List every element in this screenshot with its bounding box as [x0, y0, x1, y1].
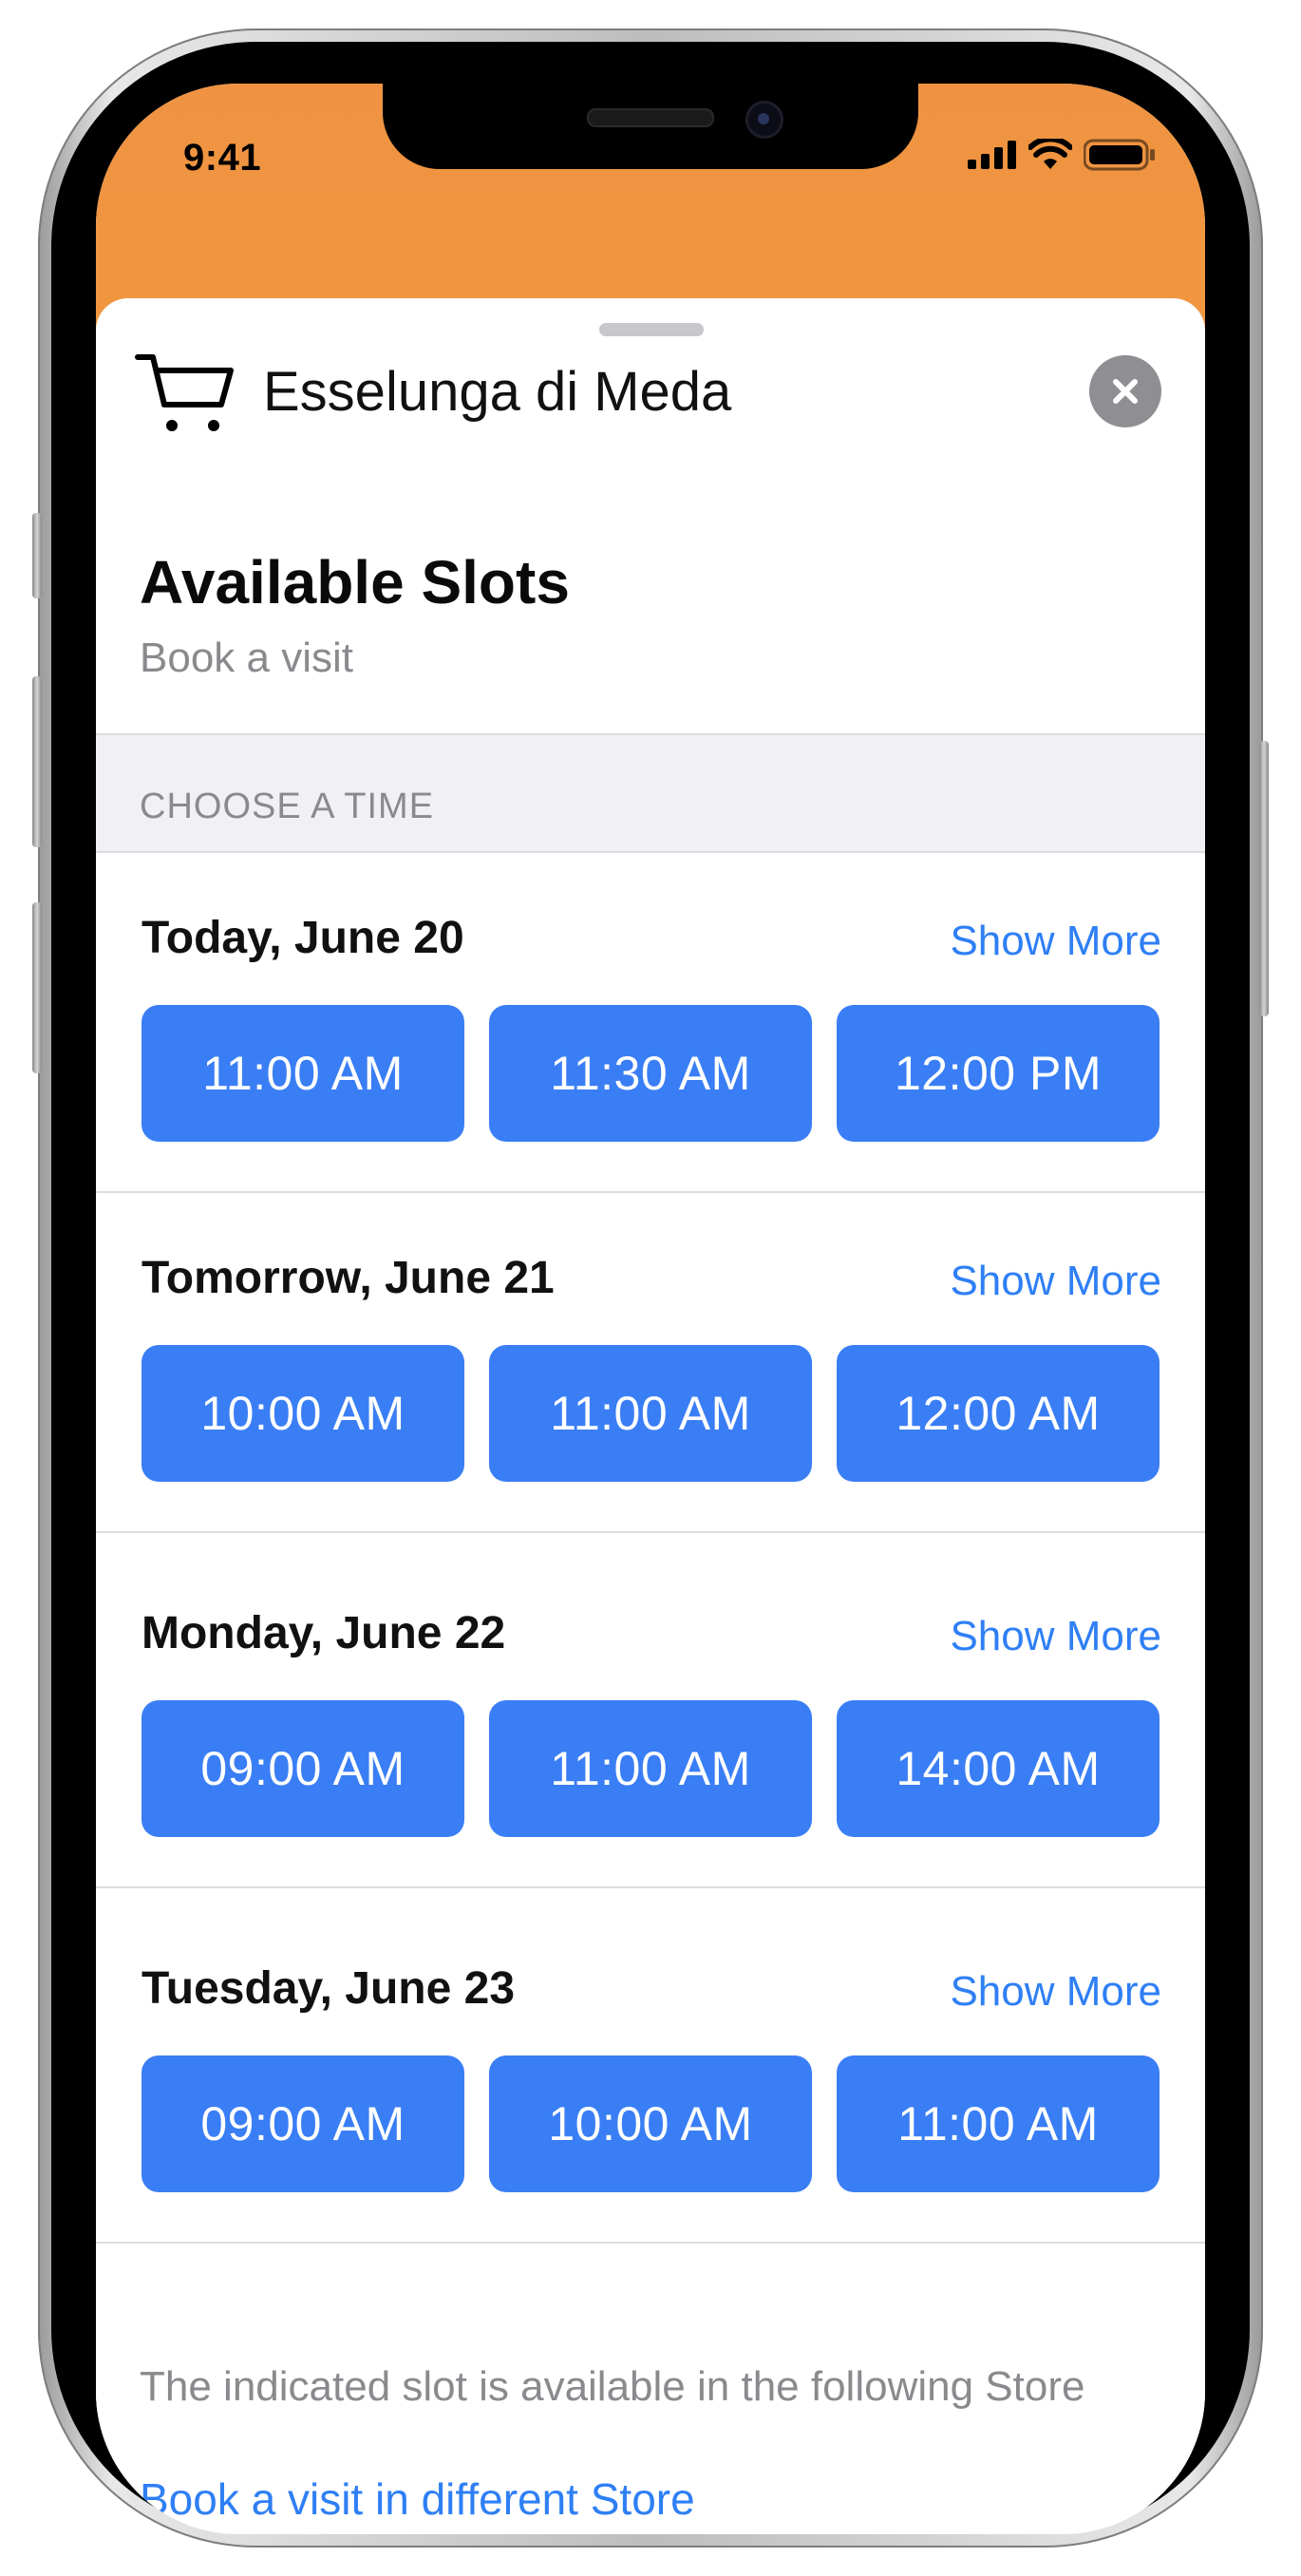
day-group: Tuesday, June 23 Show More 09:00 AM 10:0… [96, 1904, 1205, 2244]
cellular-signal-icon [968, 141, 1016, 169]
close-button[interactable] [1089, 355, 1161, 427]
day-group: Tomorrow, June 21 Show More 10:00 AM 11:… [96, 1193, 1205, 1533]
front-camera [745, 101, 783, 139]
page-title: Available Slots [140, 548, 570, 616]
slot-row: 09:00 AM 10:00 AM 11:00 AM [141, 2055, 1160, 2192]
different-store-link[interactable]: Book a visit in different Store [140, 2473, 695, 2525]
time-slot-button[interactable]: 12:00 PM [837, 1005, 1160, 1142]
sheet-grabber[interactable] [599, 323, 704, 336]
show-more-link[interactable]: Show More [950, 1613, 1161, 1660]
store-name: Esselunga di Meda [263, 360, 732, 423]
volume-up-button [32, 676, 42, 847]
time-slot-button[interactable]: 11:00 AM [489, 1345, 812, 1482]
volume-down-button [32, 902, 42, 1073]
time-slot-button[interactable]: 11:30 AM [489, 1005, 812, 1142]
time-slot-button[interactable]: 11:00 AM [489, 1700, 812, 1837]
silent-switch [32, 513, 42, 598]
section-header: CHOOSE A TIME [96, 733, 1205, 853]
time-slot-button[interactable]: 14:00 AM [837, 1700, 1160, 1837]
time-slot-button[interactable]: 10:00 AM [489, 2055, 812, 2192]
time-slot-button[interactable]: 09:00 AM [141, 1700, 464, 1837]
time-slot-button[interactable]: 10:00 AM [141, 1345, 464, 1482]
show-more-link[interactable]: Show More [950, 1258, 1161, 1305]
slot-row: 11:00 AM 11:30 AM 12:00 PM [141, 1005, 1160, 1142]
slots-sheet: Esselunga di Meda Available Slots Book a… [96, 298, 1205, 2534]
slot-row: 09:00 AM 11:00 AM 14:00 AM [141, 1700, 1160, 1837]
status-time: 9:41 [183, 137, 262, 179]
close-icon [1113, 379, 1138, 404]
section-label: CHOOSE A TIME [140, 786, 435, 826]
speaker-grille [587, 108, 714, 127]
day-label: Tuesday, June 23 [141, 1963, 516, 2014]
wifi-icon [1028, 139, 1072, 169]
cart-icon [135, 354, 234, 431]
battery-icon [1084, 139, 1155, 171]
notch [383, 84, 918, 169]
status-icons [968, 131, 1156, 179]
power-button [1259, 741, 1269, 1016]
screen: 9:41 Esselunga di Meda Available Slots B… [96, 84, 1205, 2534]
day-group: Monday, June 22 Show More 09:00 AM 11:00… [96, 1548, 1205, 1888]
time-slot-button[interactable]: 11:00 AM [141, 1005, 464, 1142]
time-slot-button[interactable]: 09:00 AM [141, 2055, 464, 2192]
time-slot-button[interactable]: 11:00 AM [837, 2055, 1160, 2192]
day-label: Monday, June 22 [141, 1608, 506, 1658]
day-label: Tomorrow, June 21 [141, 1253, 555, 1303]
time-slot-button[interactable]: 12:00 AM [837, 1345, 1160, 1482]
day-label: Today, June 20 [141, 913, 464, 963]
store-header: Esselunga di Meda [134, 344, 731, 439]
page-subtitle: Book a visit [140, 635, 353, 681]
show-more-link[interactable]: Show More [950, 1968, 1161, 2016]
slot-row: 10:00 AM 11:00 AM 12:00 AM [141, 1345, 1160, 1482]
show-more-link[interactable]: Show More [950, 918, 1161, 965]
store-availability-note: The indicated slot is available in the f… [140, 2363, 1085, 2410]
day-group: Today, June 20 Show More 11:00 AM 11:30 … [96, 853, 1205, 1193]
